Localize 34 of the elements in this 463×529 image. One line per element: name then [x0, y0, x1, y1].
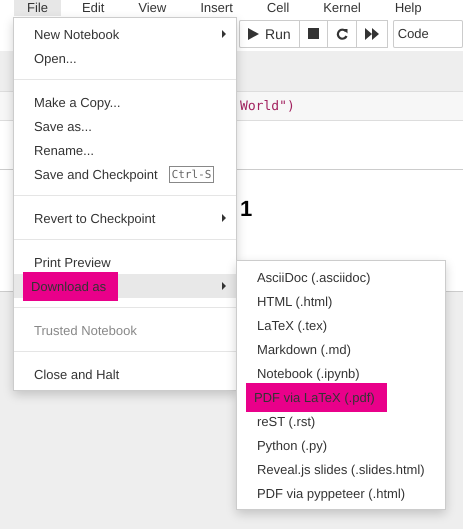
menu-item[interactable]: Reveal.js slides (.slides.html) — [237, 457, 445, 481]
menu-item[interactable]: Save as... — [14, 114, 236, 138]
menu-item[interactable]: Make a Copy... — [14, 90, 236, 114]
shortcut-key: Ctrl-S — [168, 166, 214, 182]
menu-item[interactable]: Rename... — [14, 138, 236, 162]
menu-item[interactable]: PDF via pyppeteer (.html) — [237, 481, 445, 505]
run-button[interactable]: Run — [239, 20, 300, 48]
stop-button[interactable] — [298, 20, 328, 48]
menu-item[interactable]: Open... — [14, 46, 236, 70]
menu-item[interactable]: AsciiDoc (.asciidoc) — [237, 265, 445, 289]
code-text: World") — [240, 98, 295, 114]
fast-forward-icon — [364, 28, 379, 40]
restart-button[interactable] — [326, 20, 357, 48]
menu-bar-item[interactable]: Cell — [254, 0, 302, 16]
stop-icon — [308, 28, 319, 39]
menu-item[interactable]: Markdown (.md) — [237, 337, 445, 361]
fast-forward-button[interactable] — [356, 20, 388, 48]
restart-icon — [336, 28, 348, 40]
menu-item[interactable]: Close and Halt — [14, 362, 236, 386]
menu-bar-item[interactable]: Insert — [187, 0, 246, 16]
menu-item[interactable]: Print Preview — [14, 250, 236, 274]
menu-item[interactable]: New Notebook — [14, 22, 236, 46]
menu-item[interactable]: Python (.py) — [237, 433, 445, 457]
menu-item[interactable]: reST (.rst) — [237, 409, 445, 433]
menu-item[interactable]: LaTeX (.tex) — [237, 313, 445, 337]
menu-bar-item[interactable]: Kernel — [310, 0, 374, 16]
menu-bar-item[interactable]: Help — [382, 0, 435, 16]
cell-type-dropdown[interactable]: Code — [392, 20, 463, 48]
menu-bar-item[interactable]: Edit — [68, 0, 118, 16]
menu-item[interactable]: HTML (.html) — [237, 289, 445, 313]
menu-bar-item[interactable]: View — [125, 0, 180, 16]
menu-bar-item[interactable]: File — [14, 0, 61, 16]
play-icon — [248, 28, 259, 40]
menu-item[interactable]: Notebook (.ipynb) — [237, 361, 445, 385]
